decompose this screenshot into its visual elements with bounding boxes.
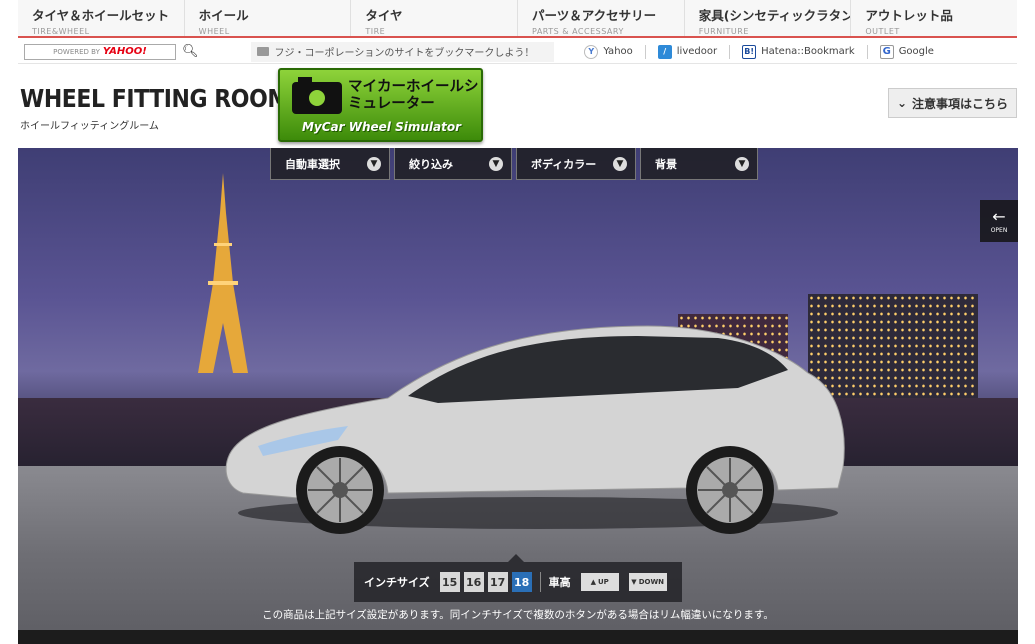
car-height-label: 車高 — [548, 576, 571, 589]
filter-label: 自動車選択 — [285, 157, 340, 171]
chevron-down-icon: ▼ — [735, 156, 749, 171]
size-note: この商品は上記サイズ設定があります。同インチサイズで複数のホタンがある場合はリム… — [262, 609, 774, 621]
bookmark-hatena[interactable]: B! Hatena::Bookmark — [730, 44, 868, 59]
search-icon[interactable]: 🔍︎ — [182, 44, 199, 59]
height-up-button[interactable]: ▲ UP — [580, 573, 619, 591]
folder-icon — [256, 47, 269, 56]
arrow-left-icon: ← — [992, 206, 1006, 226]
background-dropdown[interactable]: 背景 ▼ — [640, 148, 758, 180]
nav-furniture[interactable]: 家具(シンセティックラタン) FURNITURE — [685, 0, 852, 36]
bookmark-livedoor[interactable]: / livedoor — [646, 44, 731, 59]
nav-label: タイヤ — [365, 8, 403, 23]
chevron-down-icon: ▼ — [613, 156, 627, 171]
yahoo-bookmark-icon: Y — [584, 44, 599, 59]
nav-wheel[interactable]: ホイール WHEEL — [185, 0, 352, 36]
bookmark-links: Y Yahoo / livedoor B! Hatena::Bookmark G Goo… — [572, 44, 946, 59]
car-select-dropdown[interactable]: 自動車選択 ▼ — [270, 148, 390, 180]
size-18-button[interactable]: 18 — [511, 572, 532, 592]
narrow-down-dropdown[interactable]: 絞り込み ▼ — [394, 148, 512, 180]
category-nav: タイヤ＆ホイールセット TIRE&WHEEL ホイール WHEEL タイヤ TIRE … — [18, 0, 1017, 38]
body-color-dropdown[interactable]: ボディカラー ▼ — [516, 148, 636, 180]
triangle-up-icon: ▲ — [590, 578, 596, 586]
nav-label: ホイール — [198, 8, 249, 23]
simulator-title-jp: マイカーホイールシミュレーター — [348, 79, 479, 112]
up-label: UP — [597, 578, 609, 586]
simulator-logo[interactable]: マイカーホイールシミュレーター MyCar Wheel Simulator — [278, 68, 483, 142]
hatena-icon: B! — [742, 44, 757, 59]
size-15-button[interactable]: 15 — [439, 572, 460, 592]
bookmark-google[interactable]: G Google — [868, 44, 946, 59]
nav-sublabel: TIRE&WHEEL — [32, 27, 90, 36]
nav-label: 家具(シンセティックラタン) — [698, 8, 852, 23]
nav-outlet[interactable]: アウトレット品 OUTLET — [851, 0, 1017, 36]
notice-label: 注意事項はこちら — [912, 96, 1009, 111]
filter-label: 絞り込み — [409, 157, 453, 171]
nav-label: アウトレット品 — [865, 8, 953, 23]
nav-parts[interactable]: パーツ＆アクセサリー PARTS & ACCESSARY — [518, 0, 685, 36]
notice-button[interactable]: ⌄ 注意事項はこちら — [888, 88, 1017, 118]
livedoor-icon: / — [657, 44, 672, 59]
google-icon: G — [879, 44, 894, 59]
bookmark-message: フジ・コーポレーションのサイトをブックマークしよう！ — [250, 41, 555, 62]
open-label: OPEN — [990, 226, 1008, 234]
size-16-button[interactable]: 16 — [463, 572, 484, 592]
page-title: WHEEL FITTING ROOM — [20, 84, 289, 113]
open-panel-button[interactable]: ← OPEN — [980, 200, 1018, 242]
filter-label: 背景 — [655, 157, 677, 171]
filter-bar: 自動車選択 ▼ 絞り込み ▼ ボディカラー ▼ 背景 ▼ — [270, 148, 758, 180]
filter-label: ボディカラー — [531, 157, 597, 171]
size-controls: インチサイズ 15 16 17 18 車高 ▲ UP ▼ DOWN — [354, 554, 682, 602]
powered-by-label: POWERED BY — [53, 47, 100, 56]
height-down-button[interactable]: ▼ DOWN — [628, 573, 667, 591]
nav-tire[interactable]: タイヤ TIRE — [351, 0, 519, 36]
simulator-stage: 自動車選択 ▼ 絞り込み ▼ ボディカラー ▼ 背景 ▼ ← OPEN インチサイズ 1… — [18, 148, 1018, 644]
nav-sublabel: OUTLET — [865, 27, 900, 36]
nav-sublabel: PARTS & ACCESSARY — [532, 27, 624, 36]
divider — [539, 572, 541, 592]
chevron-down-icon: ▼ — [367, 156, 381, 171]
nav-sublabel: FURNITURE — [698, 27, 749, 36]
nav-sublabel: WHEEL — [198, 27, 230, 36]
nav-label: タイヤ＆ホイールセット — [32, 8, 170, 23]
triangle-down-icon: ▼ — [631, 578, 637, 586]
bookmark-label: livedoor — [676, 46, 718, 57]
camera-icon — [292, 77, 342, 114]
bookmark-label: Hatena::Bookmark — [761, 46, 855, 57]
nav-label: パーツ＆アクセサリー — [532, 8, 657, 23]
chevron-down-icon: ▼ — [489, 156, 503, 171]
car-image — [225, 325, 845, 534]
down-label: DOWN — [638, 578, 665, 586]
bookmark-label: Yahoo — [603, 46, 633, 57]
nav-sublabel: TIRE — [365, 27, 386, 36]
bookmark-label: Google — [898, 46, 934, 57]
bottom-bar — [18, 630, 1018, 644]
bookmark-yahoo[interactable]: Y Yahoo — [572, 44, 646, 59]
size-17-button[interactable]: 17 — [487, 572, 508, 592]
page-subtitle: ホイールフィッティングルーム — [20, 121, 159, 132]
yahoo-logo: YAHOO! — [102, 46, 147, 57]
bookmark-message-text: フジ・コーポレーションのサイトをブックマークしよう！ — [274, 48, 535, 59]
nav-tire-wheel[interactable]: タイヤ＆ホイールセット TIRE&WHEEL — [18, 0, 185, 36]
simulator-title-en: MyCar Wheel Simulator — [301, 120, 462, 134]
search-bookmark-bar: POWERED BY YAHOO! 🔍︎ フジ・コーポレーションのサイトをブック… — [18, 40, 1017, 64]
inch-size-label: インチサイズ — [364, 576, 430, 589]
chevron-down-icon: ⌄ — [896, 96, 908, 110]
search-input[interactable]: POWERED BY YAHOO! — [24, 43, 176, 60]
